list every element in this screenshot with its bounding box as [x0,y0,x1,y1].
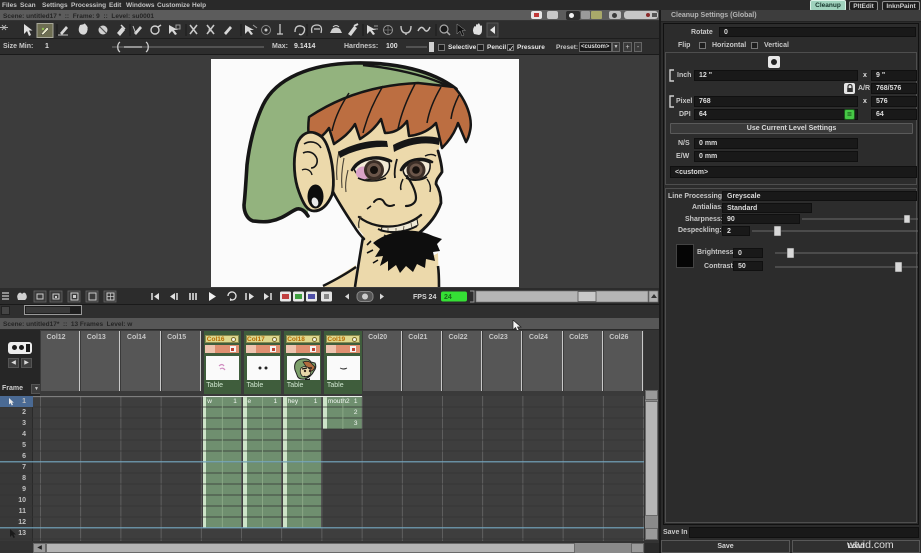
svg-text:FPS 24: FPS 24 [413,294,436,301]
svg-text:24: 24 [444,294,452,301]
